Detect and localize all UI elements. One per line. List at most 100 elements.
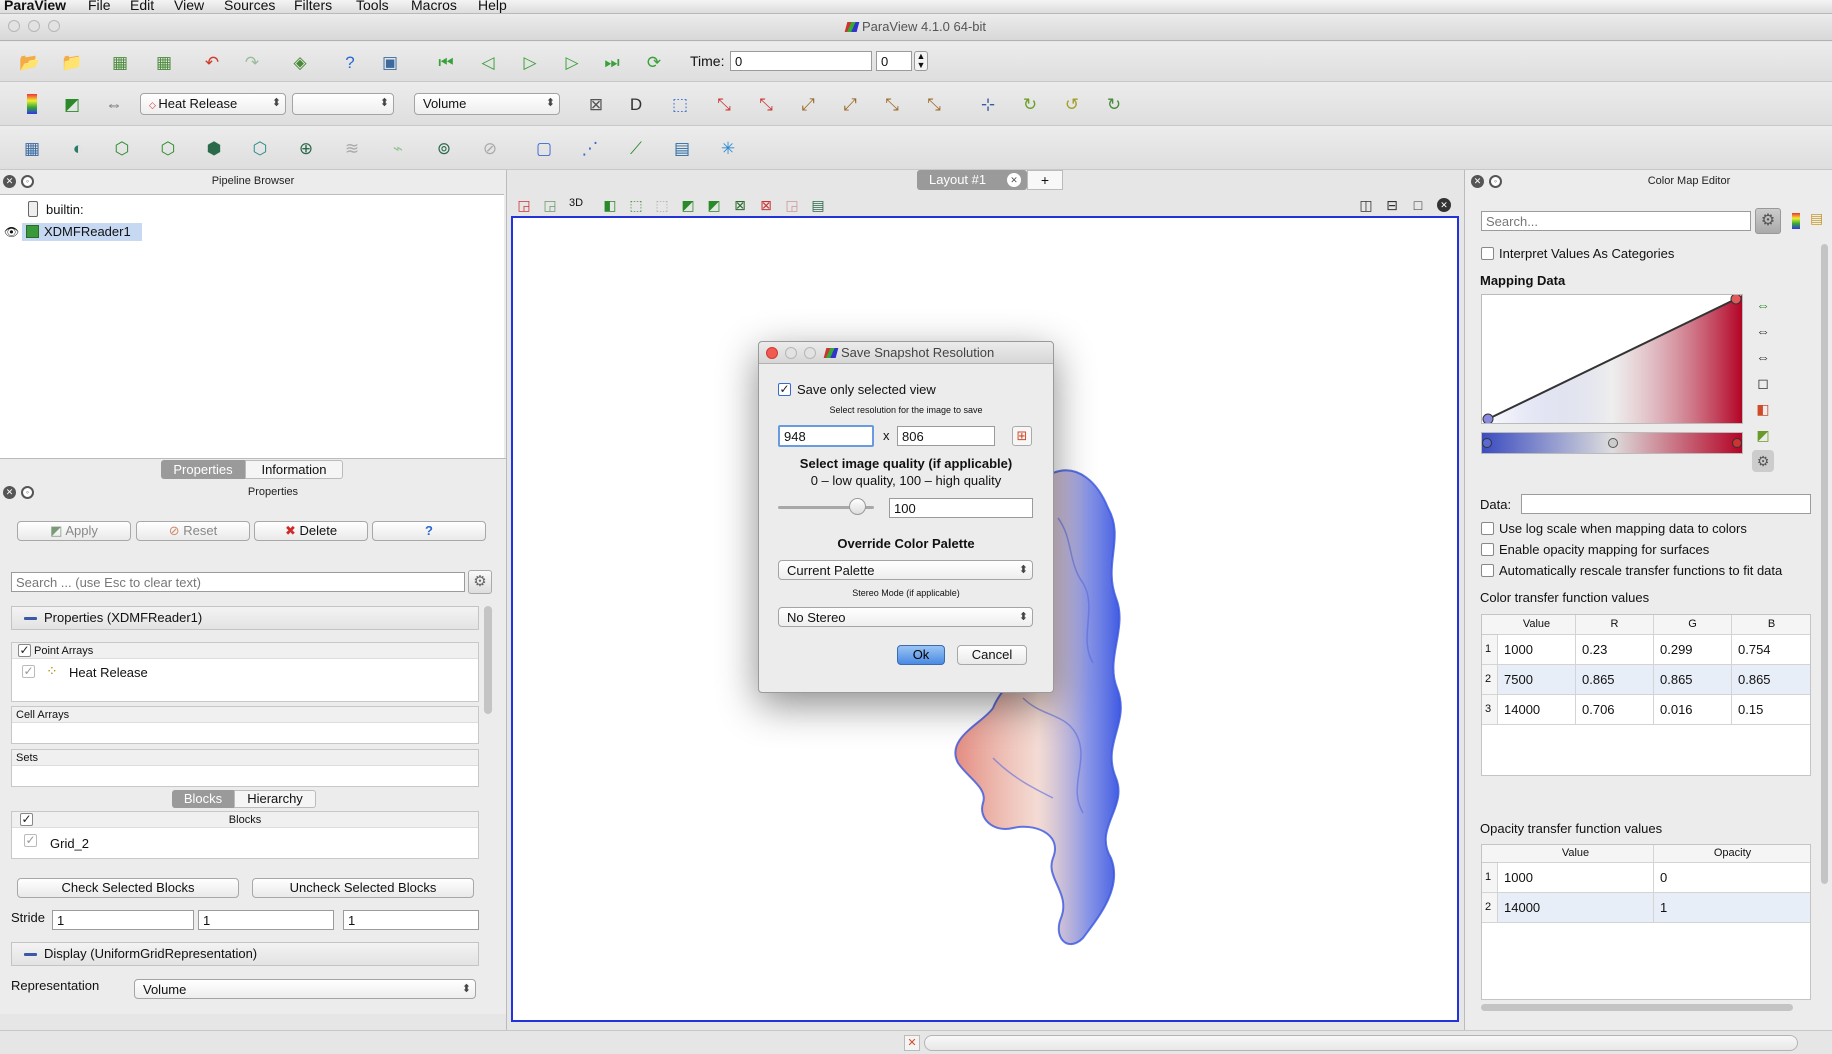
properties-search-input[interactable]: Search ... (use Esc to clear text) [11,572,465,592]
colormap-vertical-scrollbar[interactable] [1821,244,1828,884]
dialog-zoom-button[interactable] [804,347,816,359]
view-minus-z-icon[interactable]: ⤡ [922,92,946,116]
previous-frame-icon[interactable]: ◁ [476,50,500,74]
menu-help[interactable]: Help [478,0,507,13]
cancel-button[interactable]: Cancel [957,645,1027,665]
colormap-horizontal-scrollbar[interactable] [1481,1004,1793,1011]
warp-icon[interactable]: ⌁ [386,136,410,160]
save-data-icon[interactable]: 📁 [60,50,84,74]
orient-axes-icon[interactable]: ↻ [1102,92,1126,116]
menu-edit[interactable]: Edit [130,0,154,13]
otf-table[interactable]: Value Opacity 1 1000 0 2 14000 1 [1481,844,1811,1000]
menu-file[interactable]: File [88,0,111,13]
tab-properties[interactable]: Properties [161,460,245,479]
select-surface-cells-icon[interactable]: ⬚ [625,194,647,216]
menu-app[interactable]: ParaView [4,0,66,13]
delete-button[interactable]: ✖ Delete [254,521,368,541]
properties-scrollbar[interactable] [484,606,492,714]
plot-over-line-icon[interactable]: ⟋ [624,136,648,160]
lock-aspect-icon[interactable]: ⊞ [1012,426,1032,446]
menu-tools[interactable]: Tools [356,0,389,13]
view-plus-y-icon[interactable]: ⤢ [796,92,820,116]
histogram-icon[interactable]: ▤ [670,136,694,160]
add-layout-tab-button[interactable]: + [1027,170,1063,190]
view-plus-z-icon[interactable]: ⤡ [880,92,904,116]
select-cells-icon[interactable]: ▢ [532,136,556,160]
select-surface-points-icon[interactable]: ⬚ [651,194,673,216]
pipeline-item-xdmfreader1[interactable]: XDMFReader1 [22,223,142,241]
opacity-function-editor[interactable] [1481,294,1743,424]
glyph-icon[interactable]: ⊕ [294,136,318,160]
split-vertical-icon[interactable]: ⊟ [1381,194,1403,216]
stride-y-input[interactable]: 1 [198,910,334,930]
slice-icon[interactable]: ⬡ [156,136,180,160]
contour-icon[interactable]: ◐ [66,136,90,160]
group-datasets-icon[interactable]: ⊚ [432,136,456,160]
clip-icon[interactable]: ⬡ [110,136,134,160]
dialog-close-button[interactable] [766,347,778,359]
interactive-select-icon[interactable]: ⊠ [755,194,777,216]
calculator-icon[interactable]: ▦ [20,136,44,160]
grow-selection-icon[interactable]: ◲ [781,194,803,216]
colormap-save-icon[interactable]: ▤ [1810,210,1830,232]
block-item-grid2[interactable]: Grid_2 [50,836,89,851]
table-row[interactable]: 1 1000 0 [1482,863,1810,893]
close-view-icon[interactable]: ✕ [1433,194,1455,216]
view-minus-x-icon[interactable]: ⤡ [754,92,778,116]
ctf-table[interactable]: Value R G B 1 1000 0.23 0.299 0.754 2 75… [1481,614,1811,776]
cmap-node-mid[interactable] [1608,438,1618,448]
pipeline-item-builtin[interactable]: builtin: [46,202,84,217]
loop-icon[interactable]: ⟳ [642,50,666,74]
component-select[interactable] [292,93,394,115]
next-frame-icon[interactable]: ▷ [560,50,584,74]
properties-help-button[interactable]: ? [372,521,486,541]
colormap-search-input[interactable]: Search... [1481,211,1751,231]
point-arrays-checkall[interactable]: ✓ [18,644,31,657]
section-display[interactable]: Display (UniformGridRepresentation) [11,942,479,966]
reset-camera-icon[interactable]: ⊠ [584,92,608,116]
menu-view[interactable]: View [174,0,204,13]
menu-macros[interactable]: Macros [411,0,457,13]
threshold-icon[interactable]: ⬢ [202,136,226,160]
apply-button[interactable]: ◩ Apply [17,521,131,541]
reset-button[interactable]: ⊘ Reset [136,521,250,541]
open-file-icon[interactable]: 📂 [18,50,42,74]
capture-screenshot-icon[interactable]: ◲ [513,194,535,216]
rotate-90-ccw-icon[interactable]: ↺ [1060,92,1084,116]
menu-filters[interactable]: Filters [294,0,332,13]
section-reader-properties[interactable]: Properties (XDMFReader1) [11,606,479,630]
quality-value-input[interactable]: 100 [889,498,1033,518]
rescale-to-data-icon[interactable]: ⇔ [1752,294,1774,316]
choose-preset-icon[interactable]: ◧ [1752,398,1774,420]
invert-transfer-icon[interactable]: ◻ [1752,372,1774,394]
table-row[interactable]: 3 14000 0.706 0.016 0.15 [1482,695,1810,725]
dialog-minimize-button[interactable] [785,347,797,359]
reset-session-icon[interactable]: ◈ [288,50,312,74]
float-colormap-icon[interactable]: ◦ [1489,175,1502,188]
width-input[interactable]: 948 [778,425,874,447]
save-preset-icon[interactable]: ◩ [1752,424,1774,446]
opacity-mapping-checkbox[interactable] [1481,543,1494,556]
select-block-icon[interactable]: ⊠ [729,194,751,216]
advanced-mapping-gear-icon[interactable]: ⚙ [1752,450,1774,472]
select-points-icon[interactable]: ⋰ [578,136,602,160]
grid2-checkbox[interactable]: ✓ [24,834,37,847]
colormap-presets-icon[interactable] [1785,210,1807,232]
disconnect-icon[interactable]: ▦ [152,50,176,74]
table-row[interactable]: 2 7500 0.865 0.865 0.865 [1482,665,1810,695]
stream-tracer-icon[interactable]: ≋ [340,136,364,160]
stride-x-input[interactable]: 1 [52,910,194,930]
extract-subset-icon[interactable]: ⬡ [248,136,272,160]
tab-hierarchy[interactable]: Hierarchy [234,790,316,808]
tab-blocks[interactable]: Blocks [172,790,234,808]
undo-icon[interactable]: ↶ [200,50,224,74]
save-only-selected-checkbox[interactable]: ✓ [778,383,791,396]
log-scale-checkbox[interactable] [1481,522,1494,535]
visibility-eye-icon[interactable]: 👁 [4,225,19,239]
stereo-select[interactable]: No Stereo [778,607,1033,627]
rescale-custom-icon[interactable]: ⇔ [1752,320,1774,342]
ok-button[interactable]: Ok [897,645,945,665]
view-plus-x-icon[interactable]: ⤡ [712,92,736,116]
auto-rescale-checkbox[interactable] [1481,564,1494,577]
timestep-input[interactable]: 0 [876,51,912,71]
